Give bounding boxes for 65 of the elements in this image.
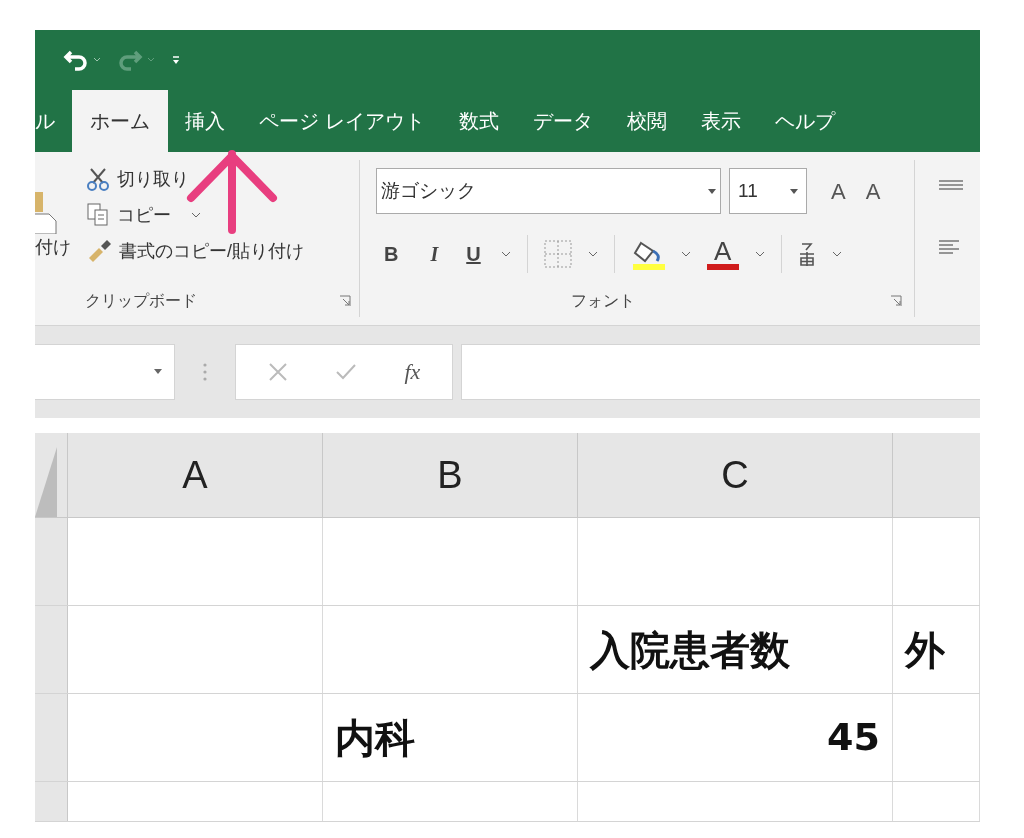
caret-icon[interactable] [831,251,842,257]
row-header[interactable] [35,518,68,605]
table-cell[interactable]: 45 [578,694,893,781]
align-top-icon[interactable] [939,180,963,190]
cancel-icon[interactable] [267,361,288,382]
caret-icon[interactable] [754,251,765,257]
row-header[interactable] [35,606,68,693]
phonetic-guide-icon[interactable] [797,241,816,267]
bold-button[interactable]: B [376,239,407,269]
increase-font-size-button[interactable]: A [827,174,850,208]
ribbon-tab[interactable]: 数式 [441,90,516,152]
group-label: クリップボード [85,290,197,311]
group-label: フォント [571,290,635,311]
underline-button[interactable]: U [462,239,485,269]
ribbon-tab[interactable]: ヘルプ [757,90,852,152]
dialog-launcher-icon[interactable] [890,294,902,307]
row-header[interactable] [35,782,68,821]
undo-icon[interactable] [63,49,89,71]
dialog-launcher-icon[interactable] [339,294,351,307]
caret-icon[interactable] [587,251,598,257]
font-name-field[interactable]: 游ゴシック [376,168,721,214]
font-size-field[interactable]: 11 [729,168,807,214]
format-painter-label[interactable]: 書式のコピー/貼り付け [119,237,304,265]
ribbon-tab[interactable]: データ [515,90,610,152]
paste-label[interactable]: 付け [35,233,75,261]
copy-button-label[interactable]: コピー [117,201,171,229]
cell-text: 外 [905,626,945,674]
ribbon-tab[interactable]: 表示 [683,90,758,152]
caret-icon[interactable] [191,212,201,218]
caret-icon[interactable] [93,57,101,63]
ribbon-tab[interactable]: 挿入 [168,90,242,152]
row-header[interactable] [35,694,68,781]
decrease-font-size-button[interactable]: A [861,174,885,208]
ribbon-tab[interactable]: 校閲 [609,90,684,152]
insert-function-button[interactable]: fx [404,355,421,389]
scissors-icon[interactable] [87,167,109,191]
select-all-icon[interactable] [35,447,57,517]
borders-icon[interactable] [543,240,572,268]
ribbon-tab[interactable]: ホーム [72,90,168,152]
checkmark-icon[interactable] [335,362,358,381]
column-header[interactable]: A [68,433,323,517]
caret-icon[interactable] [154,369,162,375]
cell-number: 45 [827,714,880,761]
formula-input-field[interactable] [461,343,980,400]
font-color-button[interactable]: A [706,238,739,270]
cut-button-label[interactable]: 切り取り [117,165,189,193]
table-cell[interactable]: 外 [893,606,980,693]
customize-icon[interactable] [171,55,181,65]
table-cell[interactable]: 入院患者数 [578,606,893,693]
copy-icon[interactable] [87,203,109,227]
paintbrush-icon[interactable] [87,240,111,262]
cell-text: 内科 [335,714,415,762]
italic-button[interactable]: I [422,239,447,269]
align-left-icon[interactable] [939,240,959,254]
column-header[interactable]: B [323,433,578,517]
caret-icon[interactable] [680,251,691,257]
grip-icon [203,362,207,381]
caret-icon[interactable] [708,188,716,194]
table-cell[interactable]: 内科 [323,694,578,781]
ribbon-tab[interactable]: ル [35,90,72,152]
caret-icon[interactable] [500,251,511,257]
ribbon-tab[interactable]: ページ レイアウト [242,90,442,152]
cell-text: 入院患者数 [590,626,790,674]
column-header[interactable]: C [578,433,893,517]
caret-icon[interactable] [790,188,798,194]
